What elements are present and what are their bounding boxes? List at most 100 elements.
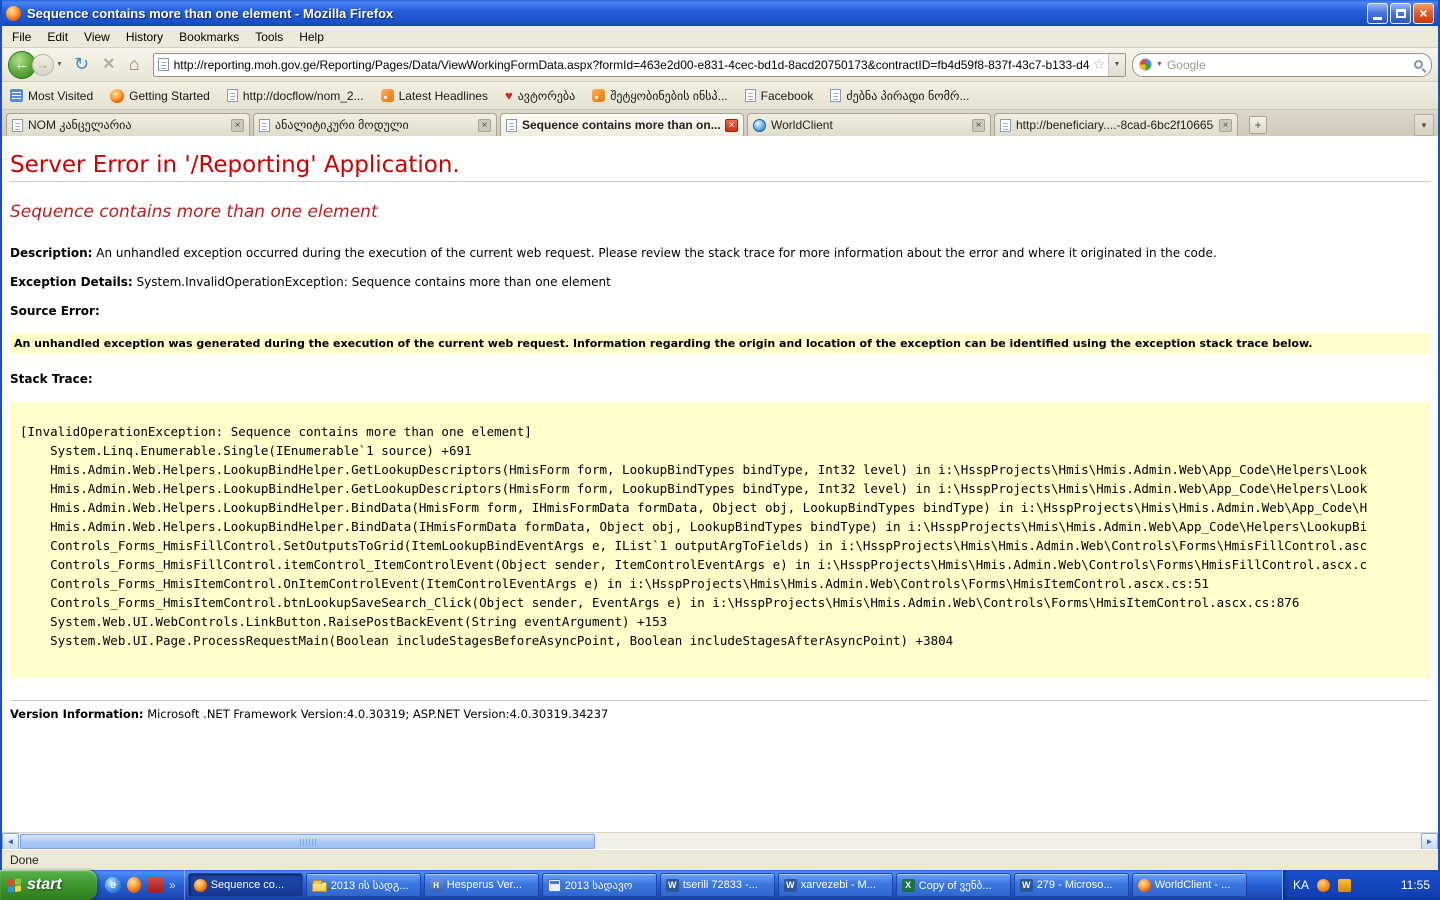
tab-close-icon[interactable]: × xyxy=(478,119,491,132)
firefox-window: Sequence contains more than one element … xyxy=(0,0,1440,870)
taskbar-buttons: Sequence co... 2013 ის სადგ... Hesperus … xyxy=(185,870,1282,900)
horizontal-scrollbar[interactable]: ◄ ► xyxy=(2,832,1438,849)
bookmark-most-visited[interactable]: Most Visited xyxy=(10,89,93,103)
minimize-button[interactable] xyxy=(1367,3,1388,24)
bookmark-label: ძებნა პირადი ნომრ... xyxy=(846,89,969,103)
menu-view[interactable]: View xyxy=(76,27,118,47)
tab-close-icon[interactable]: × xyxy=(231,119,244,132)
bookmark-star-icon[interactable]: ☆ xyxy=(1092,56,1105,73)
taskbar-button-2013-folder[interactable]: 2013 ის სადგ... xyxy=(306,873,421,897)
page-icon xyxy=(506,119,517,132)
page-icon xyxy=(12,119,23,132)
menu-bar: File Edit View History Bookmarks Tools H… xyxy=(2,26,1438,48)
tab-nom-kancelaria[interactable]: NOM კანცელარია × xyxy=(6,113,250,136)
taskbar-button-label: 2013 ის სადგ... xyxy=(331,879,409,892)
internet-explorer-icon[interactable] xyxy=(105,877,121,893)
excel-icon xyxy=(902,879,915,892)
close-button[interactable]: × xyxy=(1413,3,1434,24)
bookmark-avtoreba[interactable]: ♥ ავტორება xyxy=(505,88,575,103)
tab-close-icon[interactable]: × xyxy=(1219,119,1232,132)
taskbar-button-label: 2013 სადავო xyxy=(565,879,633,892)
scrollbar-thumb[interactable] xyxy=(20,834,595,849)
tray-shield-icon[interactable] xyxy=(1338,879,1351,892)
page-icon xyxy=(830,89,841,102)
new-tab-button[interactable]: + xyxy=(1249,116,1267,134)
title-bar: Sequence contains more than one element … xyxy=(2,0,1438,26)
tab-worldclient[interactable]: WorldClient × xyxy=(747,113,991,136)
description-label: Description: xyxy=(10,246,92,260)
bookmark-notifications[interactable]: შეტყობინების ინსპ... xyxy=(592,89,727,103)
bookmark-docflow[interactable]: http://docflow/nom_2... xyxy=(227,89,364,103)
tray-firefox-icon[interactable] xyxy=(1317,879,1330,892)
stack-trace-text: [InvalidOperationException: Sequence con… xyxy=(20,422,1420,650)
search-engine-dropdown-icon[interactable]: ▼ xyxy=(1156,61,1163,68)
search-icon[interactable] xyxy=(1414,60,1423,69)
version-line: Version Information: Microsoft .NET Fram… xyxy=(10,707,1430,721)
bookmark-getting-started[interactable]: Getting Started xyxy=(110,89,210,103)
heart-icon: ♥ xyxy=(505,88,513,103)
maximize-button[interactable] xyxy=(1390,3,1411,24)
menu-tools[interactable]: Tools xyxy=(247,27,291,47)
bookmark-facebook[interactable]: Facebook xyxy=(745,89,814,103)
notification-icon xyxy=(592,89,605,102)
menu-help[interactable]: Help xyxy=(291,27,332,47)
taskbar-button-copy-of[interactable]: Copy of ვენბ... xyxy=(896,873,1011,897)
tab-beneficiary[interactable]: http://beneficiary....-8cad-6bc2f10665d0… xyxy=(994,113,1238,136)
quick-launch-overflow-icon[interactable]: » xyxy=(169,878,176,892)
divider xyxy=(10,181,1430,182)
app-launcher-icon[interactable] xyxy=(147,877,163,893)
taskbar-button-xarvezebi[interactable]: xarvezebi - M... xyxy=(778,873,893,897)
menu-file[interactable]: File xyxy=(4,27,39,47)
stop-icon[interactable]: × xyxy=(103,53,115,76)
url-bar[interactable]: http://reporting.moh.gov.ge/Reporting/Pa… xyxy=(153,53,1126,77)
firefox-icon xyxy=(194,879,207,892)
menu-bookmarks[interactable]: Bookmarks xyxy=(171,27,247,47)
taskbar-button-279[interactable]: 279 - Microso... xyxy=(1014,873,1129,897)
history-dropdown-icon[interactable]: ▼ xyxy=(56,61,63,68)
firefox-launcher-icon[interactable] xyxy=(127,877,141,893)
tab-label: WorldClient xyxy=(771,118,967,132)
tab-sequence-error[interactable]: Sequence contains more than on... × xyxy=(500,113,744,136)
app-icon xyxy=(430,879,443,892)
exception-line: Exception Details: System.InvalidOperati… xyxy=(10,275,1430,289)
tab-analytic-module[interactable]: ანალიტიკური მოდული × xyxy=(253,113,497,136)
clock[interactable]: 11:55 xyxy=(1401,878,1430,892)
divider xyxy=(10,700,1430,701)
refresh-icon[interactable]: ↻ xyxy=(74,54,89,75)
bookmark-label: Facebook xyxy=(761,89,814,103)
bookmark-label: ავტორება xyxy=(518,89,575,103)
tab-close-icon[interactable]: × xyxy=(972,119,985,132)
search-bar[interactable]: ▼ Google xyxy=(1132,53,1432,77)
word-icon xyxy=(784,879,797,892)
favicon xyxy=(158,58,169,71)
url-dropdown-icon[interactable]: ▼ xyxy=(1108,54,1125,76)
taskbar-button-hesperus[interactable]: Hesperus Ver... xyxy=(424,873,539,897)
taskbar-button-worldclient[interactable]: WorldClient - ... xyxy=(1132,873,1247,897)
list-all-tabs-button[interactable]: ▼ xyxy=(1414,114,1434,136)
system-tray: KA 11:55 xyxy=(1282,870,1440,900)
taskbar-button-sequence[interactable]: Sequence co... xyxy=(188,873,303,897)
scroll-right-icon[interactable]: ► xyxy=(1421,833,1438,850)
google-logo-icon[interactable] xyxy=(1139,58,1152,71)
bookmark-latest-headlines[interactable]: Latest Headlines xyxy=(381,89,488,103)
start-button[interactable]: start xyxy=(0,870,97,900)
forward-button[interactable]: → xyxy=(32,54,54,76)
menu-edit[interactable]: Edit xyxy=(39,27,76,47)
tab-close-icon[interactable]: × xyxy=(725,119,738,132)
url-text[interactable]: http://reporting.moh.gov.ge/Reporting/Pa… xyxy=(174,58,1090,72)
folder-icon xyxy=(312,882,327,892)
search-input[interactable]: Google xyxy=(1167,58,1414,72)
taskbar-button-label: xarvezebi - M... xyxy=(801,879,876,891)
language-indicator[interactable]: KA xyxy=(1293,878,1309,892)
menu-history[interactable]: History xyxy=(118,27,171,47)
stack-trace-line: Stack Trace: xyxy=(10,372,1430,386)
taskbar-button-tserili[interactable]: tserili 72833 -... xyxy=(660,873,775,897)
start-label: start xyxy=(27,876,62,894)
scroll-left-icon[interactable]: ◄ xyxy=(2,833,19,850)
description-line: Description: An unhandled exception occu… xyxy=(10,246,1430,260)
home-icon[interactable]: ⌂ xyxy=(129,54,140,75)
bookmark-search-personal[interactable]: ძებნა პირადი ნომრ... xyxy=(830,89,969,103)
taskbar-button-2013-sadavo[interactable]: 2013 სადავო xyxy=(542,873,657,897)
tab-label: NOM კანცელარია xyxy=(28,118,226,132)
bookmark-label: Most Visited xyxy=(28,89,93,103)
